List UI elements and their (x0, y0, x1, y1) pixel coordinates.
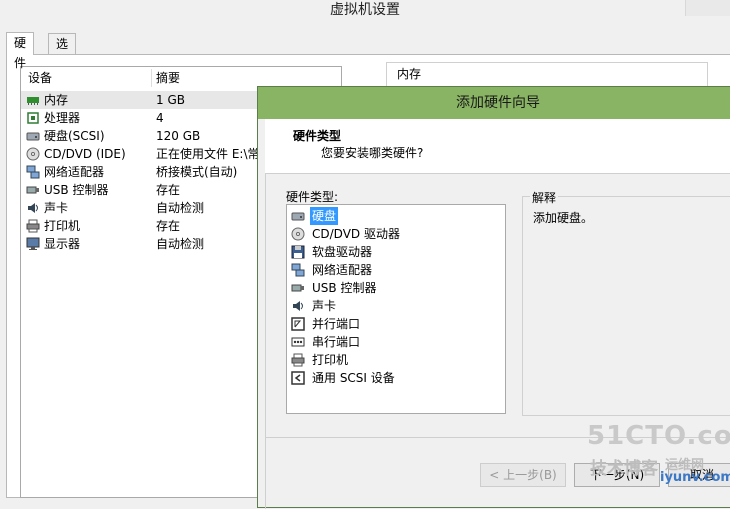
wizard-header: 硬件类型 您要安装哪类硬件? (265, 119, 730, 174)
harddisk-icon (26, 132, 40, 141)
back-button[interactable]: < 上一步(B) (480, 463, 566, 487)
explanation-label: 解释 (530, 189, 559, 206)
floppy-icon (291, 245, 305, 259)
hw-item-sound[interactable]: 声卡 (289, 297, 501, 315)
hw-item-scsi[interactable]: 通用 SCSI 设备 (289, 369, 501, 387)
display-icon (26, 237, 40, 250)
wizard-title-text: 添加硬件向导 (456, 95, 540, 111)
parallel-port-icon (291, 317, 305, 331)
wizard-header-subtitle: 您要安装哪类硬件? (321, 146, 424, 160)
sound-icon (293, 301, 303, 311)
sound-icon (28, 203, 38, 213)
tab-hardware[interactable]: 硬件 (6, 32, 35, 70)
usb-icon (26, 186, 39, 194)
hardware-type-list[interactable]: 硬盘 CD/DVD 驱动器 软盘驱动器 网络适配器 USB 控制器 声卡 并行端… (286, 204, 506, 414)
watermark-site: 51CTO.com (587, 421, 730, 451)
wizard-title: 添加硬件向导 (258, 87, 730, 119)
column-summary[interactable]: 摘要 (156, 67, 180, 89)
cdrom-icon (26, 147, 40, 161)
explanation-group: 解释 添加硬盘。 (522, 189, 730, 416)
hw-item-printer[interactable]: 打印机 (289, 351, 501, 369)
close-button[interactable] (685, 0, 730, 16)
hw-item-usb[interactable]: USB 控制器 (289, 279, 501, 297)
explanation-text: 添加硬盘。 (533, 211, 594, 225)
hw-item-serial-port[interactable]: 串行端口 (289, 333, 501, 351)
hw-item-cdrom[interactable]: CD/DVD 驱动器 (289, 225, 501, 243)
watermark-domain: iyunv.com (660, 470, 730, 485)
window-title-text: 虚拟机设置 (330, 2, 400, 18)
watermark-blog: 技术博客 (590, 459, 658, 479)
hw-item-floppy[interactable]: 软盘驱动器 (289, 243, 501, 261)
usb-icon (291, 284, 304, 292)
harddisk-icon (291, 212, 305, 221)
scsi-icon (291, 371, 305, 385)
memory-group-label: 内存 (395, 65, 424, 82)
network-icon (26, 165, 40, 179)
hw-item-harddisk[interactable]: 硬盘 (289, 207, 501, 225)
window-title: 虚拟机设置 (0, 0, 730, 26)
printer-icon (291, 353, 305, 367)
cpu-icon (27, 112, 39, 124)
column-device[interactable]: 设备 (28, 67, 52, 89)
hardware-type-label: 硬件类型: (286, 190, 339, 204)
cdrom-icon (291, 227, 305, 241)
hw-item-network[interactable]: 网络适配器 (289, 261, 501, 279)
printer-icon (26, 219, 40, 233)
tab-options[interactable]: 选项 (48, 33, 77, 71)
network-icon (291, 263, 305, 277)
hw-item-parallel-port[interactable]: 并行端口 (289, 315, 501, 333)
wizard-header-title: 硬件类型 (293, 129, 342, 143)
serial-port-icon (291, 337, 305, 347)
memory-icon (27, 97, 39, 105)
